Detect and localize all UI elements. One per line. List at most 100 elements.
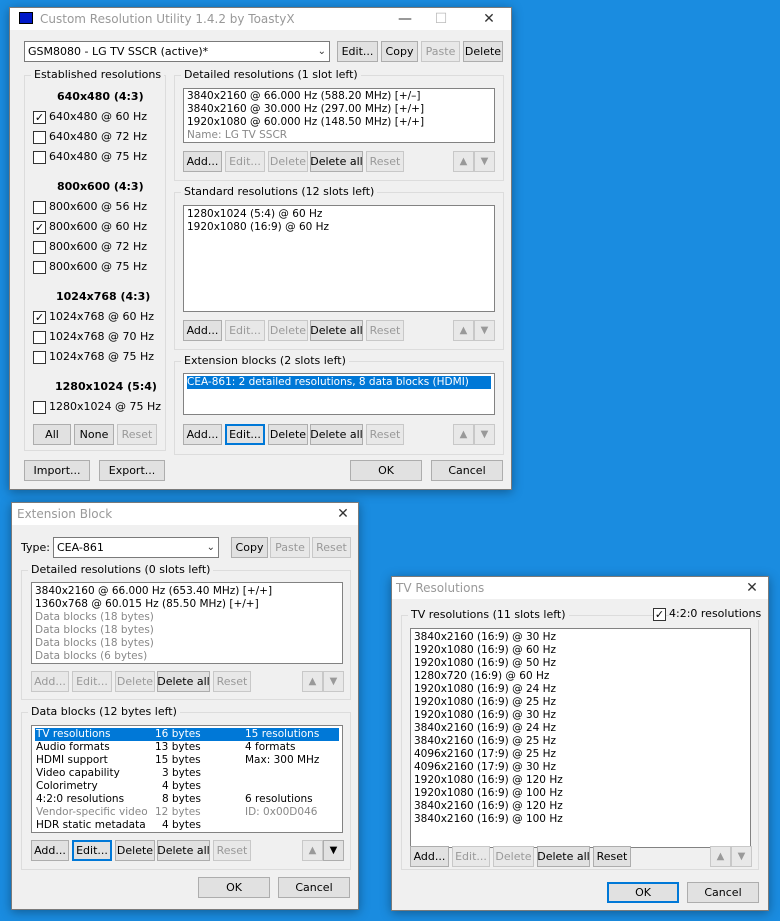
detailed-reset-button[interactable]: Reset [366, 151, 404, 172]
table-row[interactable]: TV resolutions 16 bytes 15 resolutions [35, 728, 339, 741]
list-item[interactable]: 3840x2160 @ 66.000 Hz (588.20 MHz) [+/–] [187, 90, 491, 103]
move-up-icon[interactable]: ▲ [453, 424, 474, 445]
checkbox-640x480-60[interactable]: ✓ [33, 111, 46, 124]
list-item[interactable]: 3840x2160 (16:9) @ 120 Hz [414, 800, 747, 813]
tv-add-button[interactable]: Add... [410, 846, 449, 867]
checkbox-800x600-60[interactable]: ✓ [33, 221, 46, 234]
checkbox-640x480-75[interactable] [33, 151, 46, 164]
list-item[interactable]: 3840x2160 (16:9) @ 25 Hz [414, 735, 747, 748]
list-item[interactable]: 1920x1080 (16:9) @ 60 Hz [414, 644, 747, 657]
minimize-icon[interactable]: — [388, 8, 422, 30]
list-item[interactable]: Data blocks (18 bytes) [35, 611, 339, 624]
list-item[interactable]: 1920x1080 @ 60.000 Hz (148.50 MHz) [+/+] [187, 116, 491, 129]
move-up-icon[interactable]: ▲ [302, 671, 323, 692]
tv-delete-all-button[interactable]: Delete all [537, 846, 590, 867]
blocks-delete-all-button[interactable]: Delete all [157, 840, 210, 861]
close-icon[interactable]: ✕ [327, 503, 359, 525]
extension-add-button[interactable]: Add... [183, 424, 222, 445]
detailed-delete-all-button[interactable]: Delete all [310, 151, 363, 172]
move-down-icon[interactable]: ▼ [474, 320, 495, 341]
list-item[interactable]: Name: LG TV SSCR [187, 129, 491, 142]
main-copy-button[interactable]: Copy [381, 41, 418, 62]
move-up-icon[interactable]: ▲ [453, 320, 474, 341]
ext-copy-button[interactable]: Copy [231, 537, 268, 558]
list-item[interactable]: 4096x2160 (17:9) @ 25 Hz [414, 748, 747, 761]
list-item[interactable]: CEA-861: 2 detailed resolutions, 8 data … [187, 376, 491, 389]
table-row[interactable]: Vendor-specific video 12 bytes ID: 0x00D… [35, 806, 339, 819]
type-select[interactable]: CEA-861 ⌄ [53, 537, 219, 558]
blocks-edit-button[interactable]: Edit... [72, 840, 112, 861]
list-item[interactable]: 1920x1080 (16:9) @ 50 Hz [414, 657, 747, 670]
established-reset-button[interactable]: Reset [117, 424, 157, 445]
tv-edit-button[interactable]: Edit... [452, 846, 490, 867]
detailed-add-button[interactable]: Add... [183, 151, 222, 172]
move-down-icon[interactable]: ▼ [323, 671, 344, 692]
standard-edit-button[interactable]: Edit... [225, 320, 265, 341]
list-item[interactable]: 3840x2160 (16:9) @ 30 Hz [414, 631, 747, 644]
close-icon[interactable]: ✕ [472, 8, 506, 30]
blocks-add-button[interactable]: Add... [31, 840, 69, 861]
tv-delete-button[interactable]: Delete [493, 846, 534, 867]
standard-add-button[interactable]: Add... [183, 320, 222, 341]
checkbox-800x600-56[interactable] [33, 201, 46, 214]
close-icon[interactable]: ✕ [736, 577, 768, 599]
checkbox-800x600-72[interactable] [33, 241, 46, 254]
data-blocks-list[interactable]: TV resolutions 16 bytes 15 resolutions A… [31, 725, 343, 833]
move-down-icon[interactable]: ▼ [323, 840, 344, 861]
table-row[interactable]: HDR static metadata 4 bytes [35, 819, 339, 832]
list-item[interactable]: Data blocks (18 bytes) [35, 637, 339, 650]
list-item[interactable]: 1920x1080 (16:9) @ 120 Hz [414, 774, 747, 787]
ext-detailed-delete-button[interactable]: Delete [115, 671, 155, 692]
list-item[interactable]: 3840x2160 @ 30.000 Hz (297.00 MHz) [+/+] [187, 103, 491, 116]
main-edit-button[interactable]: Edit... [337, 41, 378, 62]
ext-detailed-list[interactable]: 3840x2160 @ 66.000 Hz (653.40 MHz) [+/+]… [31, 582, 343, 664]
list-item[interactable]: 1280x1024 (5:4) @ 60 Hz [187, 208, 491, 221]
checkbox-1024x768-70[interactable] [33, 331, 46, 344]
table-row[interactable]: HDMI support 15 bytes Max: 300 MHz [35, 754, 339, 767]
list-item[interactable]: 1920x1080 (16:9) @ 25 Hz [414, 696, 747, 709]
main-delete-button[interactable]: Delete [463, 41, 503, 62]
list-item[interactable]: 3840x2160 @ 66.000 Hz (653.40 MHz) [+/+] [35, 585, 339, 598]
checkbox-640x480-72[interactable] [33, 131, 46, 144]
list-item[interactable]: 1280x720 (16:9) @ 60 Hz [414, 670, 747, 683]
tv-cancel-button[interactable]: Cancel [687, 882, 759, 903]
ext-cancel-button[interactable]: Cancel [278, 877, 350, 898]
blocks-reset-button[interactable]: Reset [213, 840, 251, 861]
standard-delete-button[interactable]: Delete [268, 320, 308, 341]
main-ok-button[interactable]: OK [350, 460, 422, 481]
move-down-icon[interactable]: ▼ [474, 424, 495, 445]
main-cancel-button[interactable]: Cancel [431, 460, 503, 481]
list-item[interactable]: 1920x1080 (16:9) @ 30 Hz [414, 709, 747, 722]
list-item[interactable]: 4096x2160 (17:9) @ 30 Hz [414, 761, 747, 774]
list-item[interactable]: 3840x2160 (16:9) @ 100 Hz [414, 813, 747, 826]
ext-detailed-reset-button[interactable]: Reset [213, 671, 251, 692]
list-item[interactable]: Data blocks (6 bytes) [35, 650, 339, 663]
import-button[interactable]: Import... [24, 460, 90, 481]
move-down-icon[interactable]: ▼ [474, 151, 495, 172]
extension-delete-all-button[interactable]: Delete all [310, 424, 363, 445]
ext-ok-button[interactable]: OK [198, 877, 270, 898]
tv-titlebar[interactable]: TV Resolutions ✕ [392, 577, 768, 599]
checkbox-800x600-75[interactable] [33, 261, 46, 274]
main-titlebar[interactable]: Custom Resolution Utility 1.4.2 by Toast… [10, 8, 511, 30]
ext-detailed-edit-button[interactable]: Edit... [72, 671, 112, 692]
standard-reset-button[interactable]: Reset [366, 320, 404, 341]
table-row[interactable]: Audio formats 13 bytes 4 formats [35, 741, 339, 754]
main-paste-button[interactable]: Paste [421, 41, 460, 62]
detailed-edit-button[interactable]: Edit... [225, 151, 265, 172]
none-button[interactable]: None [74, 424, 114, 445]
maximize-icon[interactable]: ☐ [424, 8, 458, 30]
standard-list[interactable]: 1280x1024 (5:4) @ 60 Hz 1920x1080 (16:9)… [183, 205, 495, 312]
monitor-select[interactable]: GSM8080 - LG TV SSCR (active)* ⌄ [24, 41, 330, 62]
extension-list[interactable]: CEA-861: 2 detailed resolutions, 8 data … [183, 373, 495, 415]
detailed-delete-button[interactable]: Delete [268, 151, 308, 172]
list-item[interactable]: 1360x768 @ 60.015 Hz (85.50 MHz) [+/+] [35, 598, 339, 611]
tv-list[interactable]: 3840x2160 (16:9) @ 30 Hz 1920x1080 (16:9… [410, 628, 751, 848]
detailed-list[interactable]: 3840x2160 @ 66.000 Hz (588.20 MHz) [+/–]… [183, 88, 495, 143]
yuv420-checkbox[interactable]: ✓ [653, 608, 666, 621]
ext-paste-button[interactable]: Paste [270, 537, 310, 558]
tv-ok-button[interactable]: OK [607, 882, 679, 903]
list-item[interactable]: 1920x1080 (16:9) @ 100 Hz [414, 787, 747, 800]
extension-reset-button[interactable]: Reset [366, 424, 404, 445]
ext-detailed-delete-all-button[interactable]: Delete all [157, 671, 210, 692]
